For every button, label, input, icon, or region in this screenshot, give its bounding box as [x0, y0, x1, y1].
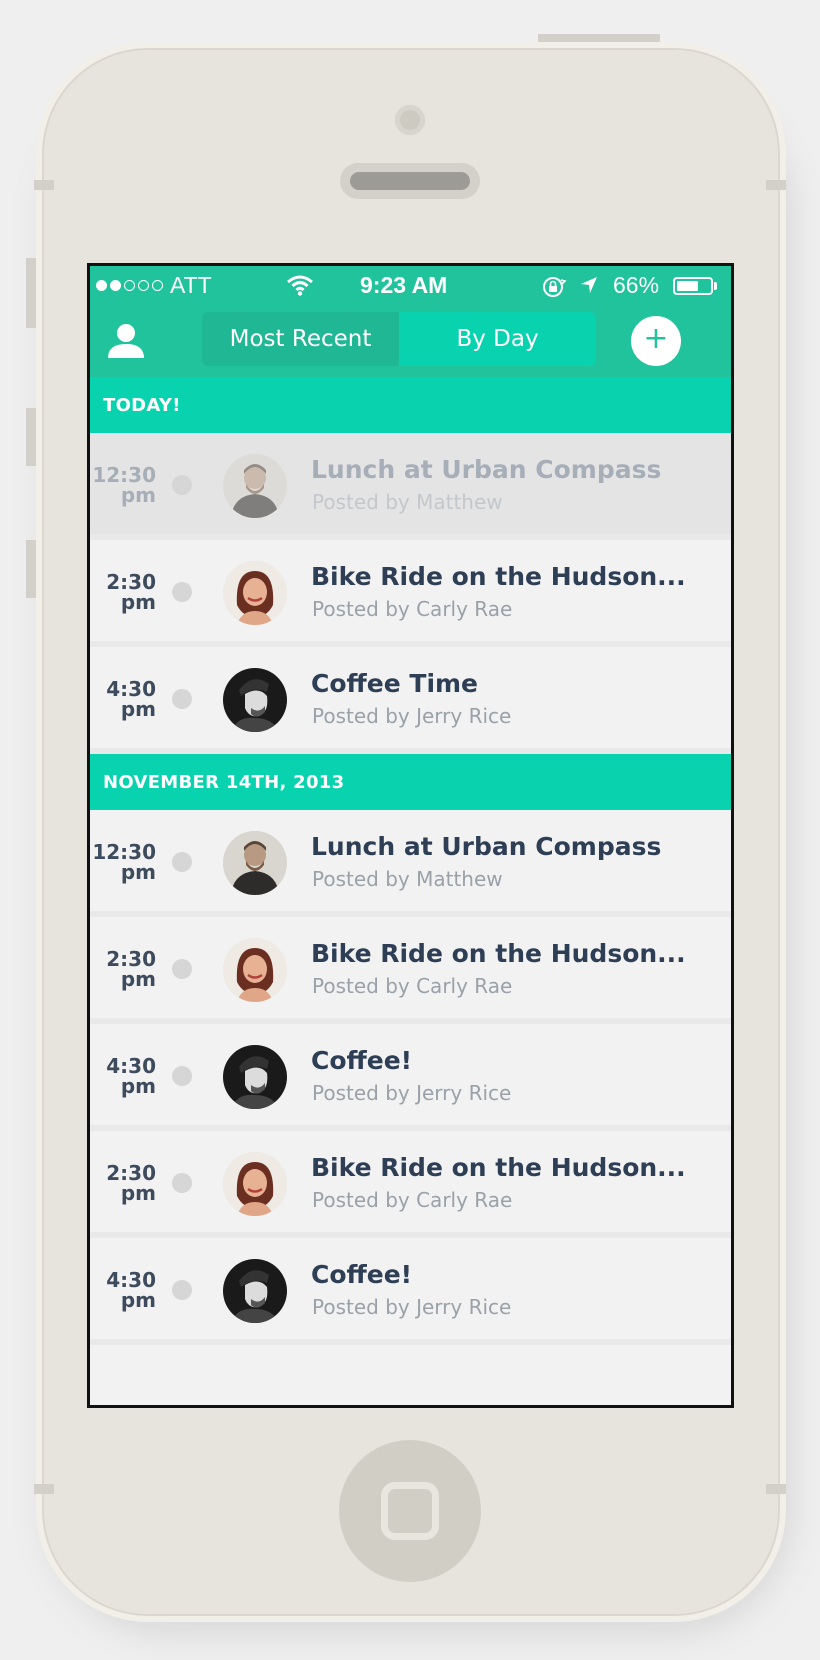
avatar[interactable] [223, 561, 287, 625]
avatar[interactable] [223, 1045, 287, 1109]
signal-dot [138, 280, 149, 291]
add-post-button[interactable]: + [631, 316, 681, 366]
timeline-row[interactable]: 12:30 pm Lunch at Urban Compass Posted by M… [90, 433, 731, 540]
section-header: NOVEMBER 14TH, 2013 [90, 754, 731, 810]
timeline-node [172, 1280, 192, 1300]
post-title: Lunch at Urban Compass [311, 455, 662, 484]
post-time: 2:30 pm [90, 572, 156, 612]
volume-up-button [26, 408, 36, 466]
timeline-node [172, 475, 192, 495]
avatar[interactable] [223, 1152, 287, 1216]
rotation-lock-icon [543, 277, 567, 297]
post-time-ampm: pm [120, 697, 156, 721]
post-time: 2:30 pm [90, 949, 156, 989]
post-time: 12:30 pm [90, 842, 156, 882]
post-time-ampm: pm [120, 483, 156, 507]
earpiece-speaker [340, 163, 480, 199]
timeline-row[interactable]: 2:30 pm Bike Ride on the Hudson... Posted b… [90, 917, 731, 1024]
post-byline: Posted by Jerry Rice [312, 1295, 512, 1319]
segment-by-day[interactable]: By Day [399, 312, 596, 366]
view-segmented-control: Most Recent By Day [202, 312, 596, 366]
segment-most-recent[interactable]: Most Recent [202, 312, 399, 366]
post-title: Lunch at Urban Compass [311, 832, 662, 861]
nav-bar: Most Recent By Day + [90, 304, 731, 377]
post-time-ampm: pm [120, 590, 156, 614]
post-time-ampm: pm [120, 1074, 156, 1098]
signal-dot [152, 280, 163, 291]
post-byline: Posted by Carly Rae [312, 597, 513, 621]
mute-switch [26, 258, 36, 328]
timeline-row[interactable]: 12:30 pm Lunch at Urban Compass Posted by M… [90, 810, 731, 917]
section-header: TODAY! [90, 377, 731, 433]
timeline-node [172, 959, 192, 979]
battery-percent: 66% [613, 272, 660, 298]
post-time-ampm: pm [120, 1288, 156, 1312]
bezel-notch [34, 1484, 54, 1494]
timeline-row[interactable]: 4:30 pm Coffee! Posted by Jerry Rice [90, 1024, 731, 1131]
profile-icon[interactable] [104, 318, 148, 362]
post-byline: Posted by Carly Rae [312, 1188, 513, 1212]
post-title: Bike Ride on the Hudson... [311, 1153, 686, 1182]
location-arrow-icon [581, 277, 597, 293]
avatar[interactable] [223, 938, 287, 1002]
post-title: Bike Ride on the Hudson... [311, 562, 686, 591]
post-time: 12:30 pm [90, 465, 156, 505]
bezel-notch [34, 180, 54, 190]
timeline-node [172, 582, 192, 602]
volume-down-button [26, 540, 36, 598]
post-time-ampm: pm [120, 860, 156, 884]
post-title: Coffee! [311, 1046, 413, 1075]
timeline-row[interactable]: 4:30 pm Coffee! Posted by Jerry Rice [90, 1238, 731, 1345]
timeline-row[interactable]: 2:30 pm Bike Ride on the Hudson... Posted b… [90, 1131, 731, 1238]
battery-tip [714, 282, 717, 290]
post-time: 4:30 pm [90, 679, 156, 719]
timeline-row[interactable]: 4:30 pm Coffee Time Posted by Jerry Rice [90, 647, 731, 754]
status-time: 9:23 AM [360, 272, 448, 298]
front-camera [395, 105, 425, 135]
bezel-notch [766, 1484, 786, 1494]
home-button[interactable] [339, 1440, 481, 1582]
post-time: 2:30 pm [90, 1163, 156, 1203]
post-time-ampm: pm [120, 967, 156, 991]
post-byline: Posted by Jerry Rice [312, 1081, 512, 1105]
battery-icon [673, 277, 713, 295]
carrier-name: ATT [170, 272, 212, 298]
timeline-node [172, 1066, 192, 1086]
timeline-node [172, 852, 192, 872]
post-time: 4:30 pm [90, 1056, 156, 1096]
avatar[interactable] [223, 668, 287, 732]
post-title: Bike Ride on the Hudson... [311, 939, 686, 968]
post-byline: Posted by Matthew [312, 490, 503, 514]
app-screen: ATT 9:23 AM 66% Most Recent By Day + TOD… [87, 263, 734, 1408]
signal-dot [110, 280, 121, 291]
wifi-icon [287, 275, 313, 296]
post-title: Coffee! [311, 1260, 413, 1289]
power-button [538, 34, 660, 42]
post-time-ampm: pm [120, 1181, 156, 1205]
post-byline: Posted by Jerry Rice [312, 704, 512, 728]
timeline-node [172, 1173, 192, 1193]
status-bar: ATT 9:23 AM 66% [90, 266, 731, 304]
signal-dot [124, 280, 135, 291]
post-time: 4:30 pm [90, 1270, 156, 1310]
signal-strength-icon [96, 280, 163, 291]
timeline-feed[interactable]: TODAY! 12:30 pm Lunch at Urban Compass Poste… [90, 377, 731, 1405]
avatar[interactable] [223, 454, 287, 518]
avatar[interactable] [223, 1259, 287, 1323]
post-title: Coffee Time [311, 669, 479, 698]
bezel-notch [766, 180, 786, 190]
timeline-node [172, 689, 192, 709]
avatar[interactable] [223, 831, 287, 895]
signal-dot [96, 280, 107, 291]
home-square-icon [381, 1482, 439, 1540]
post-byline: Posted by Matthew [312, 867, 503, 891]
timeline-row[interactable]: 2:30 pm Bike Ride on the Hudson... Posted b… [90, 540, 731, 647]
post-byline: Posted by Carly Rae [312, 974, 513, 998]
